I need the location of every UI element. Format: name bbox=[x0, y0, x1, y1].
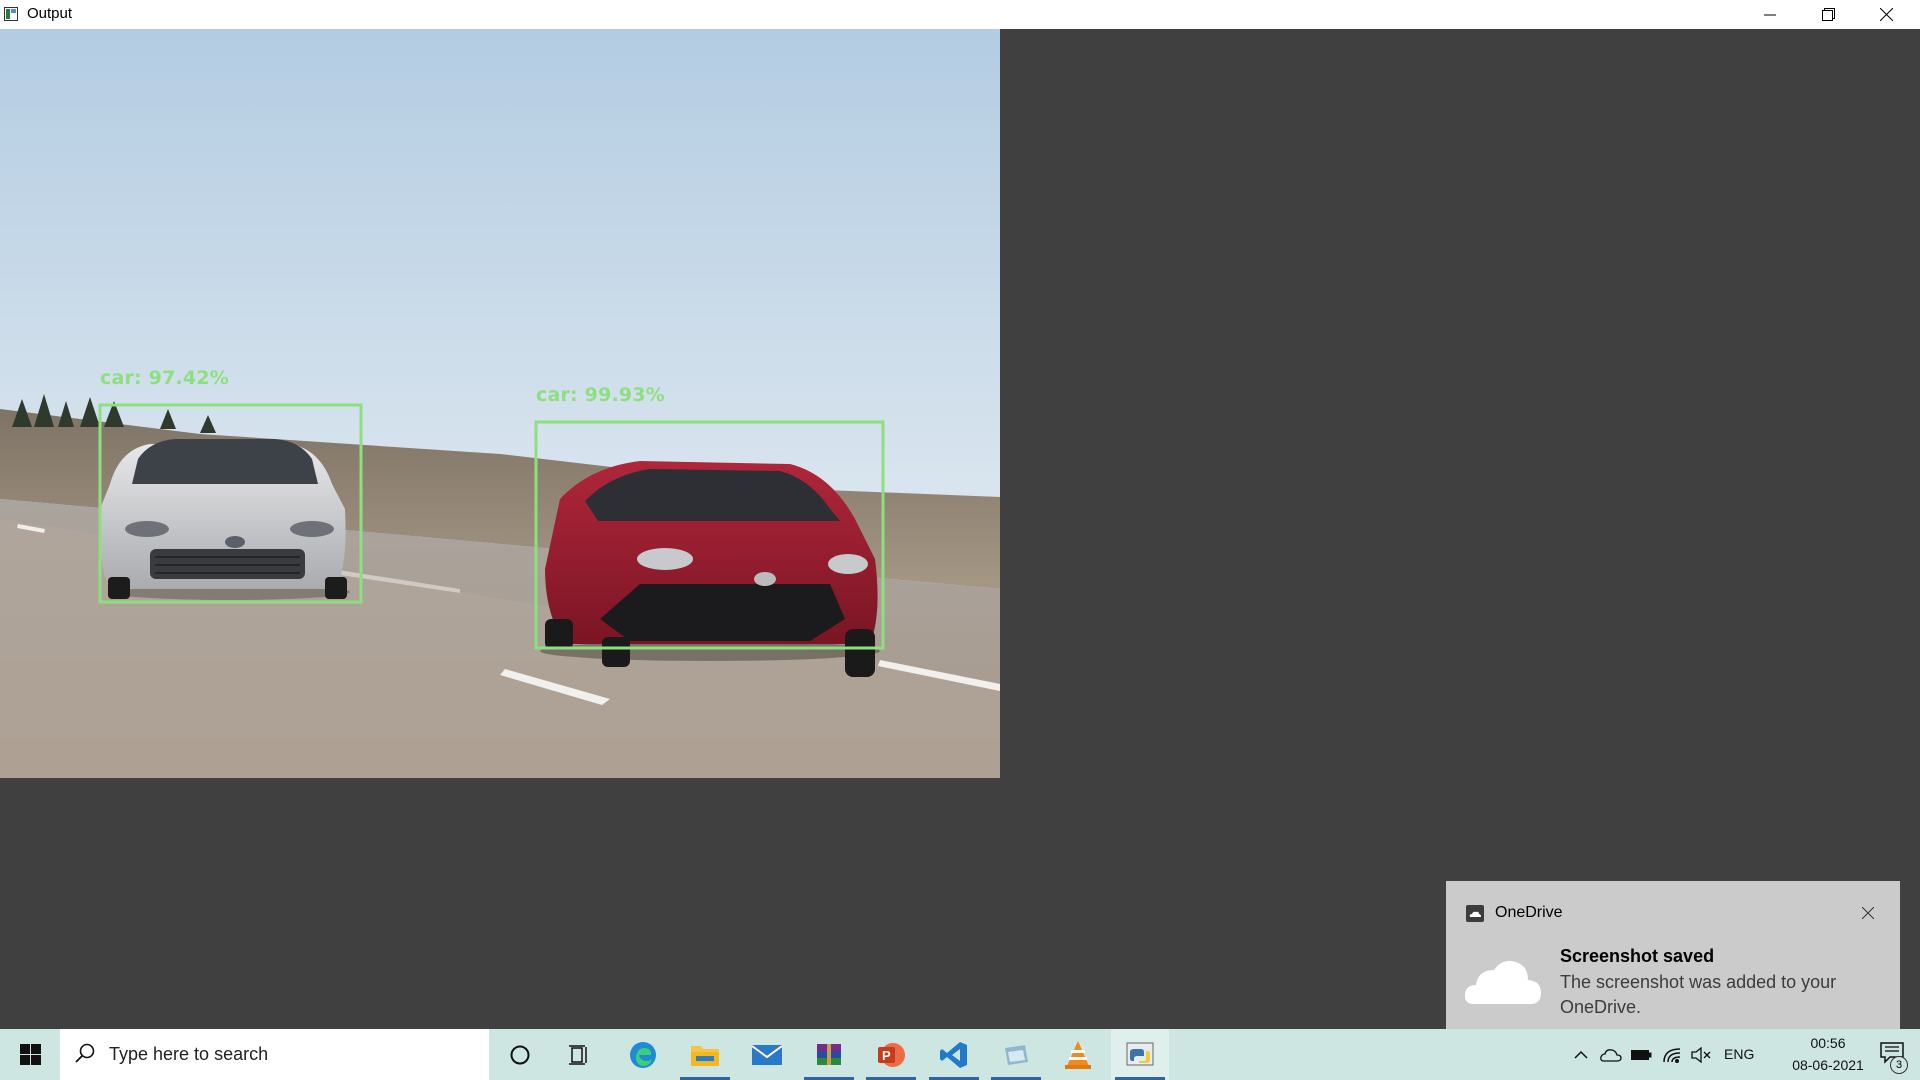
window-titlebar: Output bbox=[0, 0, 1920, 29]
toast-body: The screenshot was added to your OneDriv… bbox=[1560, 972, 1837, 1017]
taskbar-file-explorer[interactable] bbox=[676, 1029, 734, 1080]
toast-heading: Screenshot saved bbox=[1560, 946, 1715, 966]
restore-button[interactable] bbox=[1799, 0, 1857, 29]
window-app-icon bbox=[4, 7, 18, 21]
toast-close-button[interactable] bbox=[1856, 901, 1880, 925]
silver-car bbox=[99, 439, 350, 600]
notification-count-badge: 3 bbox=[1890, 1056, 1908, 1074]
close-icon bbox=[1862, 907, 1874, 919]
task-view-button[interactable] bbox=[551, 1029, 609, 1080]
vlc-icon bbox=[1065, 1040, 1091, 1069]
app-icon bbox=[1005, 1044, 1028, 1065]
taskbar-vscode[interactable] bbox=[925, 1029, 983, 1080]
mail-icon bbox=[751, 1044, 783, 1065]
show-hidden-icons-button[interactable] bbox=[1570, 1029, 1592, 1080]
onedrive-app-icon bbox=[1466, 905, 1484, 922]
battery-icon bbox=[1631, 1049, 1652, 1060]
tray-network[interactable] bbox=[1659, 1029, 1685, 1080]
taskbar: Type here to search P ENG 00:56 08-06-20… bbox=[0, 1029, 1920, 1080]
onedrive-toast[interactable]: OneDrive Screenshot saved The screenshot… bbox=[1446, 881, 1900, 1044]
window-client-area: car: 97.42% car: 99.93% OneDrive Screens… bbox=[0, 29, 1920, 1044]
onedrive-cloud-icon bbox=[1600, 1048, 1622, 1062]
powerpoint-icon: P bbox=[878, 1042, 905, 1067]
winrar-icon bbox=[817, 1043, 841, 1065]
taskbar-python[interactable] bbox=[1111, 1029, 1169, 1080]
cortana-button[interactable] bbox=[491, 1029, 549, 1080]
action-center-button[interactable]: 3 bbox=[1864, 1029, 1920, 1080]
toast-app-name: OneDrive bbox=[1495, 904, 1563, 921]
search-icon bbox=[75, 1043, 95, 1063]
restore-icon bbox=[1821, 8, 1835, 21]
cloud-icon bbox=[1464, 961, 1541, 1004]
task-view-icon bbox=[569, 1044, 587, 1065]
windows-logo-icon bbox=[19, 1044, 41, 1065]
taskbar-app[interactable] bbox=[987, 1029, 1045, 1080]
detection-label-2: car: 99.93% bbox=[536, 384, 666, 406]
taskbar-search-box[interactable]: Type here to search bbox=[60, 1029, 489, 1080]
red-car bbox=[540, 461, 880, 677]
tray-battery[interactable] bbox=[1628, 1029, 1654, 1080]
minimize-button[interactable] bbox=[1741, 0, 1799, 29]
tray-onedrive[interactable] bbox=[1598, 1029, 1624, 1080]
tray-volume[interactable] bbox=[1688, 1029, 1714, 1080]
volume-muted-icon bbox=[1691, 1046, 1711, 1063]
python-icon bbox=[1126, 1042, 1154, 1065]
vscode-icon bbox=[940, 1041, 967, 1068]
road-scene-photo bbox=[0, 29, 1000, 778]
taskbar-edge[interactable] bbox=[614, 1029, 672, 1080]
cortana-icon bbox=[510, 1045, 530, 1064]
input-language[interactable]: ENG bbox=[1724, 1046, 1754, 1062]
taskbar-mail[interactable] bbox=[738, 1029, 796, 1080]
start-button[interactable] bbox=[0, 1029, 60, 1080]
file-explorer-icon bbox=[691, 1045, 719, 1066]
window-title: Output bbox=[27, 5, 73, 22]
detection-output-image: car: 97.42% car: 99.93% bbox=[0, 29, 1000, 778]
minimize-icon bbox=[1764, 14, 1776, 15]
edge-icon bbox=[630, 1041, 656, 1068]
taskbar-powerpoint[interactable]: P bbox=[862, 1029, 920, 1080]
close-window-button[interactable] bbox=[1857, 0, 1915, 29]
clock-time[interactable]: 00:56 bbox=[1790, 1035, 1866, 1051]
svg-text:P: P bbox=[882, 1048, 891, 1063]
close-icon bbox=[1879, 8, 1893, 21]
taskbar-vlc[interactable] bbox=[1049, 1029, 1107, 1080]
search-placeholder: Type here to search bbox=[109, 1044, 269, 1064]
wifi-icon bbox=[1663, 1047, 1681, 1063]
detection-label-1: car: 97.42% bbox=[100, 367, 230, 389]
chevron-up-icon bbox=[1574, 1050, 1588, 1059]
taskbar-winrar[interactable] bbox=[800, 1029, 858, 1080]
